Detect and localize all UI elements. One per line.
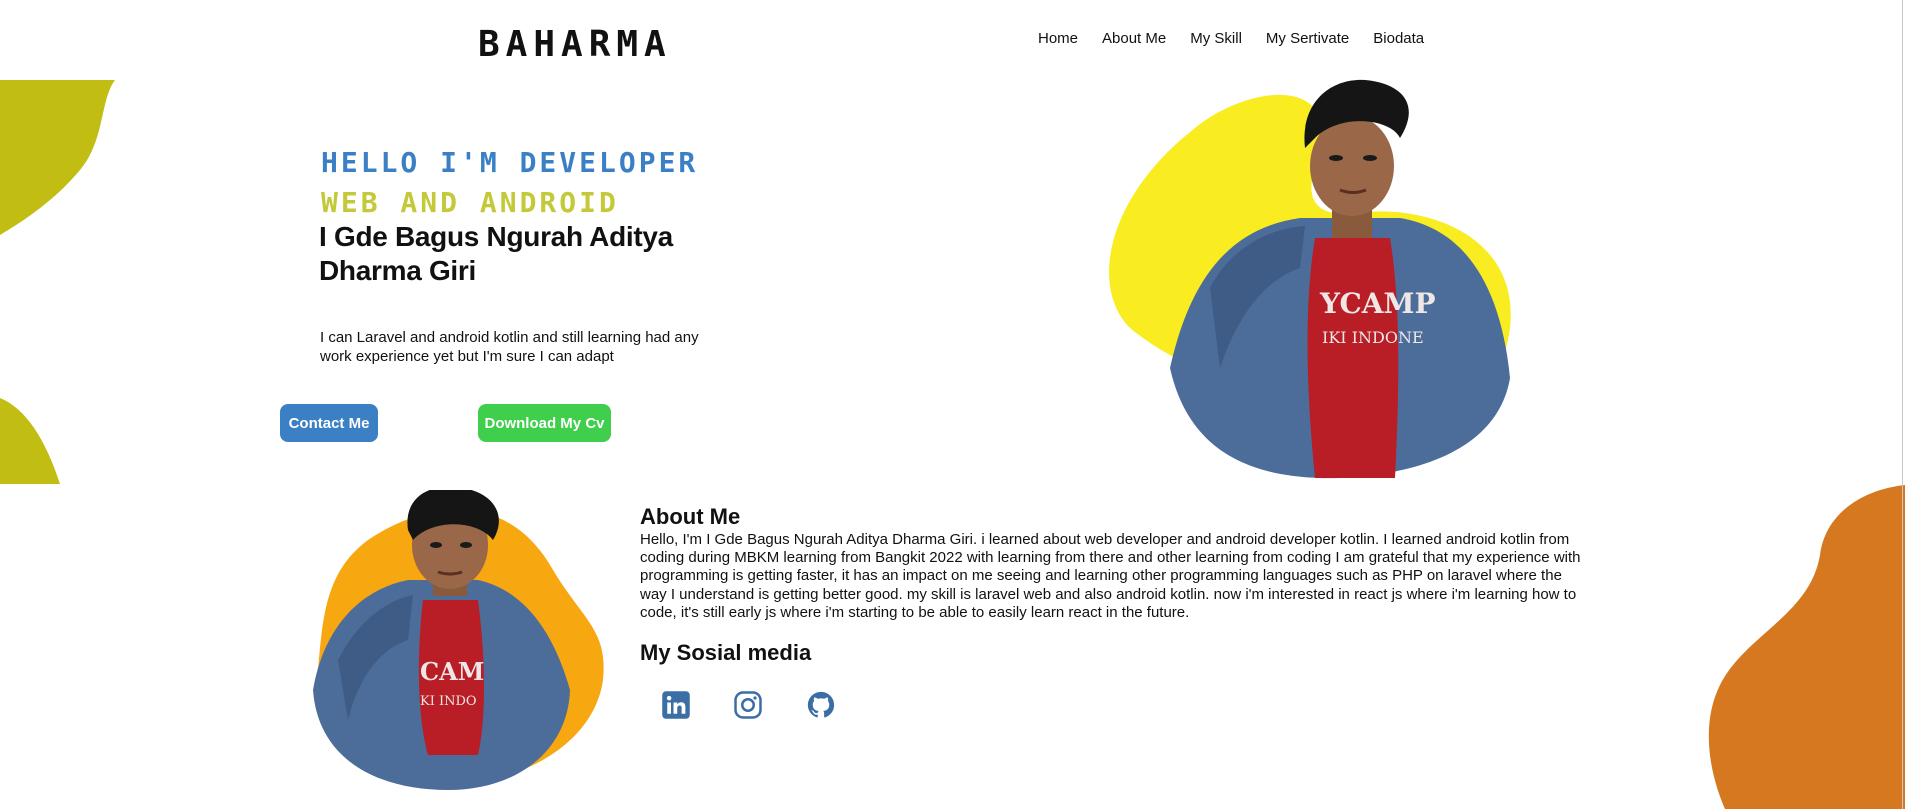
social-media-title: My Sosial media <box>640 640 812 665</box>
nav-my-sertivate[interactable]: My Sertivate <box>1266 30 1349 47</box>
nav-about-me[interactable]: About Me <box>1102 30 1166 47</box>
window-edge <box>1902 0 1903 809</box>
site-logo[interactable]: BAHARMA <box>478 24 672 65</box>
hero-description: I can Laravel and android kotlin and sti… <box>320 329 699 365</box>
hero-portrait-photo: YCAMP IKI INDONE <box>1109 79 1511 479</box>
about-text: Hello, I'm I Gde Bagus Ngurah Aditya Dha… <box>640 531 1581 621</box>
orange-blob-bottom-right <box>1708 485 1905 809</box>
linkedin-icon[interactable] <box>661 690 691 720</box>
svg-text:IKI INDONE: IKI INDONE <box>1322 328 1424 347</box>
hero-greeting: HELLO I'M DEVELOPER <box>321 146 699 179</box>
github-icon[interactable] <box>806 690 836 720</box>
hero-name: I Gde Bagus Ngurah Aditya Dharma Giri <box>319 221 673 286</box>
contact-me-button[interactable]: Contact Me <box>280 404 378 442</box>
olive-blob-top-left <box>0 80 115 235</box>
download-cv-button[interactable]: Download My Cv <box>478 404 611 442</box>
nav-home[interactable]: Home <box>1038 30 1078 47</box>
main-nav: Home About Me My Skill My Sertivate Biod… <box>1038 30 1424 47</box>
svg-text:KI INDO: KI INDO <box>420 694 477 709</box>
svg-text:CAM: CAM <box>420 657 484 686</box>
nav-my-skill[interactable]: My Skill <box>1190 30 1242 47</box>
instagram-icon[interactable] <box>733 690 763 720</box>
about-title: About Me <box>640 504 741 529</box>
about-portrait-photo: CAM KI INDO <box>313 490 604 790</box>
svg-text:YCAMP: YCAMP <box>1319 287 1436 320</box>
hero-role: WEB AND ANDROID <box>321 186 619 219</box>
olive-blob-bottom-left <box>0 398 60 484</box>
nav-biodata[interactable]: Biodata <box>1373 30 1424 47</box>
